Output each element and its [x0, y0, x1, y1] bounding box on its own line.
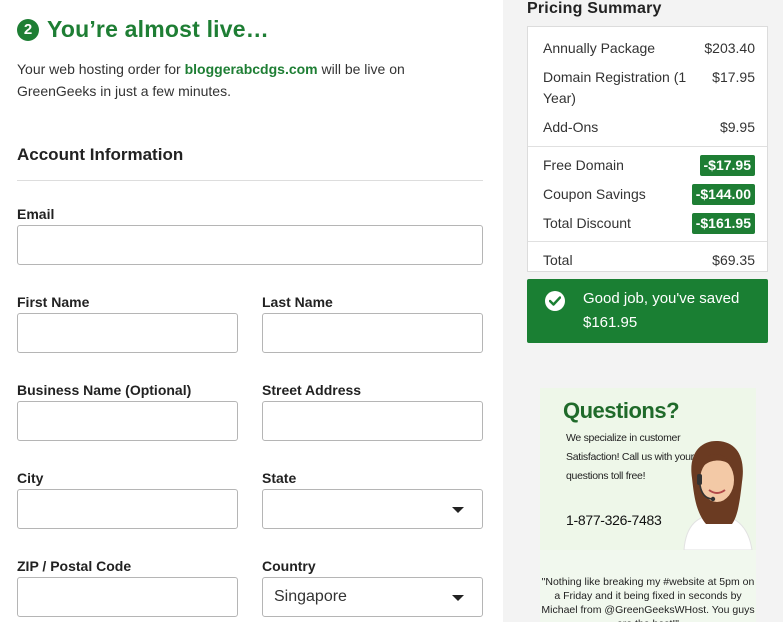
zip-label: ZIP / Postal Code [17, 558, 132, 574]
price-row-amount: $17.95 [712, 69, 755, 85]
checkout-form: 2 You’re almost live… Your web hosting o… [17, 0, 483, 622]
account-section-title: Account Information [17, 145, 184, 164]
discount-row: Total Discount -$161.95 [543, 213, 755, 234]
business-name-label: Business Name (Optional) [17, 382, 192, 398]
price-row-label: Domain Registration (1 Year) [543, 69, 687, 106]
intro-text: Your web hosting order for bloggerabcdgs… [17, 58, 437, 102]
price-row: Annually Package $203.40 [543, 38, 755, 59]
total-amount: $69.35 [712, 252, 755, 268]
support-ad[interactable]: Questions? We specialize in customer Sat… [540, 388, 756, 622]
pricing-summary-title: Pricing Summary [527, 0, 662, 17]
state-select[interactable] [262, 489, 483, 529]
price-row-amount: $203.40 [704, 40, 755, 56]
country-select-value: Singapore [274, 588, 347, 605]
price-row: Domain Registration (1 Year) $17.95 [543, 67, 755, 109]
savings-banner: Good job, you've saved $161.95 [527, 279, 768, 343]
discount-row-label: Coupon Savings [543, 186, 646, 202]
total-label: Total [543, 252, 573, 268]
street-address-field[interactable] [262, 401, 483, 441]
step-header: 2 You’re almost live… [17, 16, 269, 43]
discount-badge: -$17.95 [699, 155, 755, 176]
intro-prefix: Your web hosting order for [17, 61, 185, 77]
first-name-field[interactable] [17, 313, 238, 353]
country-select[interactable]: Singapore [262, 577, 483, 617]
discount-row: Coupon Savings -$144.00 [543, 184, 755, 205]
ad-heading: Questions? [563, 398, 680, 423]
pricing-divider [528, 146, 767, 147]
step-number-badge: 2 [17, 18, 39, 41]
pricing-summary-box: Annually Package $203.40 Domain Registra… [527, 26, 768, 272]
discount-badge: -$144.00 [691, 184, 755, 205]
first-name-label: First Name [17, 294, 90, 310]
order-sidebar: Pricing Summary Annually Package $203.40… [503, 0, 783, 622]
intro-domain: bloggerabcdgs.com [184, 61, 318, 77]
price-row-amount: $9.95 [719, 119, 755, 135]
email-field[interactable] [17, 225, 483, 265]
zip-field[interactable] [17, 577, 238, 617]
section-divider [17, 180, 483, 181]
country-label: Country [262, 558, 316, 574]
pricing-divider [528, 241, 767, 242]
street-address-label: Street Address [262, 382, 362, 398]
last-name-label: Last Name [262, 294, 333, 310]
business-name-field[interactable] [17, 401, 238, 441]
last-name-field[interactable] [262, 313, 483, 353]
savings-message: Good job, you've saved $161.95 [583, 290, 740, 331]
check-circle-icon [545, 291, 565, 311]
price-row-label: Add-Ons [543, 119, 599, 135]
support-agent-image [683, 440, 753, 550]
page-title: You’re almost live… [47, 16, 269, 42]
state-label: State [262, 470, 297, 486]
chevron-down-icon [452, 595, 464, 601]
city-field[interactable] [17, 489, 238, 529]
email-label: Email [17, 206, 55, 222]
total-row: Total $69.35 [543, 250, 755, 271]
discount-row-label: Total Discount [543, 215, 631, 231]
discount-badge: -$161.95 [691, 213, 755, 234]
testimonial-quote: "Nothing like breaking my #website at 5p… [541, 576, 755, 622]
price-row-label: Annually Package [543, 40, 656, 56]
discount-row: Free Domain -$17.95 [543, 155, 755, 176]
ad-phone-number: 1-877-326-7483 [566, 512, 662, 528]
chevron-down-icon [452, 507, 464, 513]
discount-row-label: Free Domain [543, 157, 624, 173]
city-label: City [17, 470, 44, 486]
price-row: Add-Ons $9.95 [543, 117, 755, 138]
